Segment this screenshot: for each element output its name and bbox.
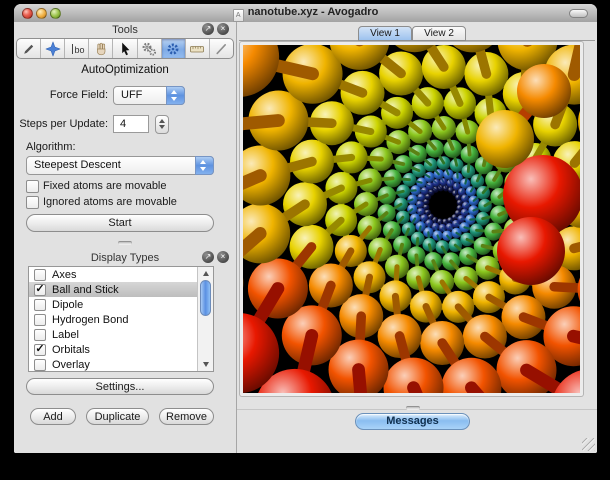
hydrogen-bond-checkbox[interactable] xyxy=(34,313,46,326)
main-view-area: View 1 View 2 Messages xyxy=(237,22,597,453)
steps-stepper[interactable] xyxy=(155,114,169,134)
display-types-float-button[interactable]: ↗ xyxy=(202,251,214,263)
close-icon: × xyxy=(220,252,226,261)
steps-label: Steps per Update: xyxy=(19,118,108,130)
list-item-ball-and-stick[interactable]: ✓ Ball and Stick xyxy=(29,282,213,297)
gears-icon xyxy=(142,42,157,56)
ruler-icon xyxy=(190,45,205,52)
tools-float-button[interactable]: ↗ xyxy=(202,23,214,35)
force-field-select[interactable]: UFF xyxy=(113,86,185,105)
fixed-atoms-checkbox[interactable] xyxy=(26,180,39,193)
axes-checkbox[interactable] xyxy=(34,268,46,281)
scrollbar-thumb[interactable] xyxy=(199,280,211,316)
list-item-label[interactable]: Label xyxy=(29,327,213,342)
scroll-up-icon[interactable] xyxy=(202,271,209,276)
auto-optimize-tool-button[interactable] xyxy=(161,39,186,58)
float-icon: ↗ xyxy=(204,24,212,33)
combo-arrows-icon xyxy=(195,156,214,175)
navigate-star-icon xyxy=(44,40,61,57)
display-types-list: Axes ✓ Ball and Stick Dipole Hydrogen Bon… xyxy=(28,266,214,372)
duplicate-button[interactable]: Duplicate xyxy=(86,408,149,425)
ball-and-stick-checkbox[interactable]: ✓ xyxy=(34,283,46,296)
list-scrollbar[interactable] xyxy=(197,267,213,371)
bond-centric-tool-button[interactable]: bo xyxy=(65,39,90,58)
algorithm-label: Algorithm: xyxy=(26,141,76,153)
left-dock: Tools ↗ × bo AutoOptimization Force Fiel… xyxy=(14,22,237,453)
window-title: Ananotube.xyz - Avogadro xyxy=(14,6,597,22)
fixed-atoms-label: Fixed atoms are movable xyxy=(43,180,167,192)
overlay-checkbox[interactable] xyxy=(34,358,46,371)
remove-button[interactable]: Remove xyxy=(159,408,214,425)
ignored-atoms-checkbox[interactable] xyxy=(26,196,39,209)
list-item-hydrogen-bond[interactable]: Hydrogen Bond xyxy=(29,312,213,327)
tools-close-button[interactable]: × xyxy=(217,23,229,35)
add-button[interactable]: Add xyxy=(30,408,76,425)
tool-selector: bo xyxy=(16,38,234,59)
force-field-value: UFF xyxy=(121,89,143,101)
navigate-tool-button[interactable] xyxy=(41,39,66,58)
algorithm-select[interactable]: Steepest Descent xyxy=(26,156,214,175)
force-field-label: Force Field: xyxy=(49,89,108,101)
dock-splitter-handle[interactable] xyxy=(118,241,132,245)
resize-grip[interactable] xyxy=(582,438,595,451)
measure-tool-button[interactable] xyxy=(186,39,210,58)
autoopt-title: AutoOptimization xyxy=(81,64,169,76)
steps-input[interactable]: 4 xyxy=(113,115,149,133)
orbitals-checkbox[interactable]: ✓ xyxy=(34,343,46,356)
dipole-checkbox[interactable] xyxy=(34,298,46,311)
app-window: Ananotube.xyz - Avogadro Tools ↗ × bo Au… xyxy=(14,4,597,453)
label-checkbox[interactable] xyxy=(34,328,46,341)
draw-tool-button[interactable] xyxy=(17,39,42,58)
start-button[interactable]: Start xyxy=(26,214,214,232)
molecule-svg xyxy=(243,45,580,393)
document-proxy-icon: A xyxy=(232,9,244,22)
ignored-atoms-label: Ignored atoms are movable xyxy=(43,196,177,208)
selection-tool-button[interactable] xyxy=(113,39,138,58)
auto-rotate-tool-button[interactable] xyxy=(138,39,162,58)
algorithm-value: Steepest Descent xyxy=(34,159,121,171)
list-item-orbitals[interactable]: ✓ Orbitals xyxy=(29,342,213,357)
float-icon: ↗ xyxy=(204,252,212,261)
settings-button[interactable]: Settings... xyxy=(26,378,214,395)
messages-splitter-handle[interactable] xyxy=(406,406,420,410)
manipulate-tool-button[interactable] xyxy=(89,39,114,58)
gear-icon xyxy=(167,43,179,54)
close-icon: × xyxy=(220,24,226,33)
cursor-icon xyxy=(122,42,130,55)
toolbar-toggle-button[interactable] xyxy=(569,8,588,18)
list-item-overlay[interactable]: Overlay xyxy=(29,357,213,371)
tab-view-1[interactable]: View 1 xyxy=(358,26,412,41)
svg-text:bo: bo xyxy=(74,45,84,55)
bond-centric-icon: bo xyxy=(71,43,84,55)
messages-button[interactable]: Messages xyxy=(355,413,470,430)
list-item-axes[interactable]: Axes xyxy=(29,267,213,282)
scroll-down-icon[interactable] xyxy=(202,362,209,367)
desktop: { "window": { "title": "nanotube.xyz - A… xyxy=(0,0,610,480)
hand-icon xyxy=(96,42,106,55)
display-types-close-button[interactable]: × xyxy=(217,251,229,263)
title-bar[interactable]: Ananotube.xyz - Avogadro xyxy=(14,4,597,23)
align-pencil-icon xyxy=(216,43,227,54)
pencil-icon xyxy=(23,44,33,54)
tab-view-2[interactable]: View 2 xyxy=(412,26,466,41)
combo-arrows-icon xyxy=(166,86,185,105)
gl-viewport[interactable] xyxy=(240,42,583,396)
align-tool-button[interactable] xyxy=(210,39,233,58)
list-item-dipole[interactable]: Dipole xyxy=(29,297,213,312)
